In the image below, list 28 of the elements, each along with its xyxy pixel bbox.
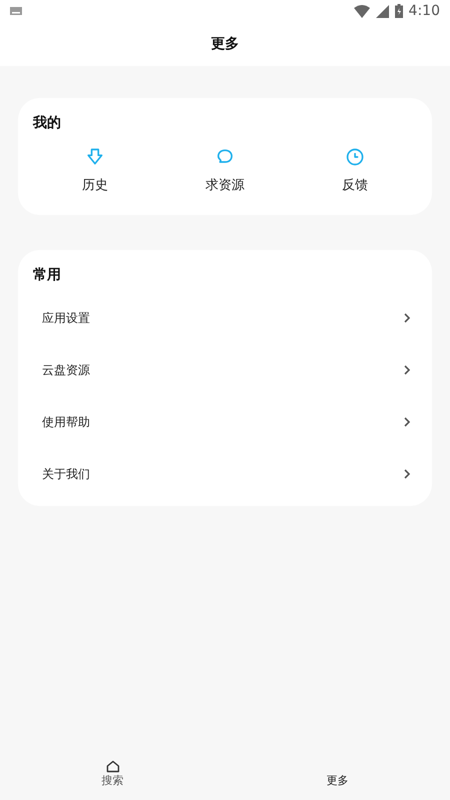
status-time: 4:10 — [408, 2, 440, 20]
clock-icon — [345, 147, 365, 167]
keyboard-icon — [10, 7, 22, 15]
menu-item-label: 应用设置 — [42, 310, 90, 327]
section-title: 我的 — [33, 114, 61, 133]
arrow-down-icon — [85, 147, 105, 167]
menu-item-label: 关于我们 — [42, 466, 90, 483]
shortcut-button[interactable]: 历史 — [55, 147, 135, 196]
menu-item-label: 云盘资源 — [42, 362, 90, 379]
signal-icon — [376, 4, 389, 18]
menu-item[interactable]: 关于我们 — [33, 448, 417, 500]
wifi-icon — [354, 4, 370, 18]
shortcut-button[interactable]: 反馈 — [315, 147, 395, 196]
chevron-right-icon — [403, 468, 411, 480]
section-title: 常用 — [33, 266, 61, 285]
page-title: 更多 — [211, 34, 239, 54]
menu-item[interactable]: 使用帮助 — [33, 396, 417, 448]
chevron-right-icon — [403, 416, 411, 428]
menu-item[interactable]: 应用设置 — [33, 292, 417, 344]
nav-tab[interactable]: 搜索 — [72, 750, 152, 790]
home-icon — [106, 760, 120, 774]
battery-icon — [394, 4, 403, 18]
chevron-right-icon — [403, 364, 411, 376]
nav-tab[interactable]: 更多 — [298, 750, 378, 790]
menu-item-label: 使用帮助 — [42, 414, 90, 431]
shortcut-button[interactable]: 求资源 — [185, 147, 265, 196]
menu-item[interactable]: 云盘资源 — [33, 344, 417, 396]
chevron-right-icon — [403, 312, 411, 324]
